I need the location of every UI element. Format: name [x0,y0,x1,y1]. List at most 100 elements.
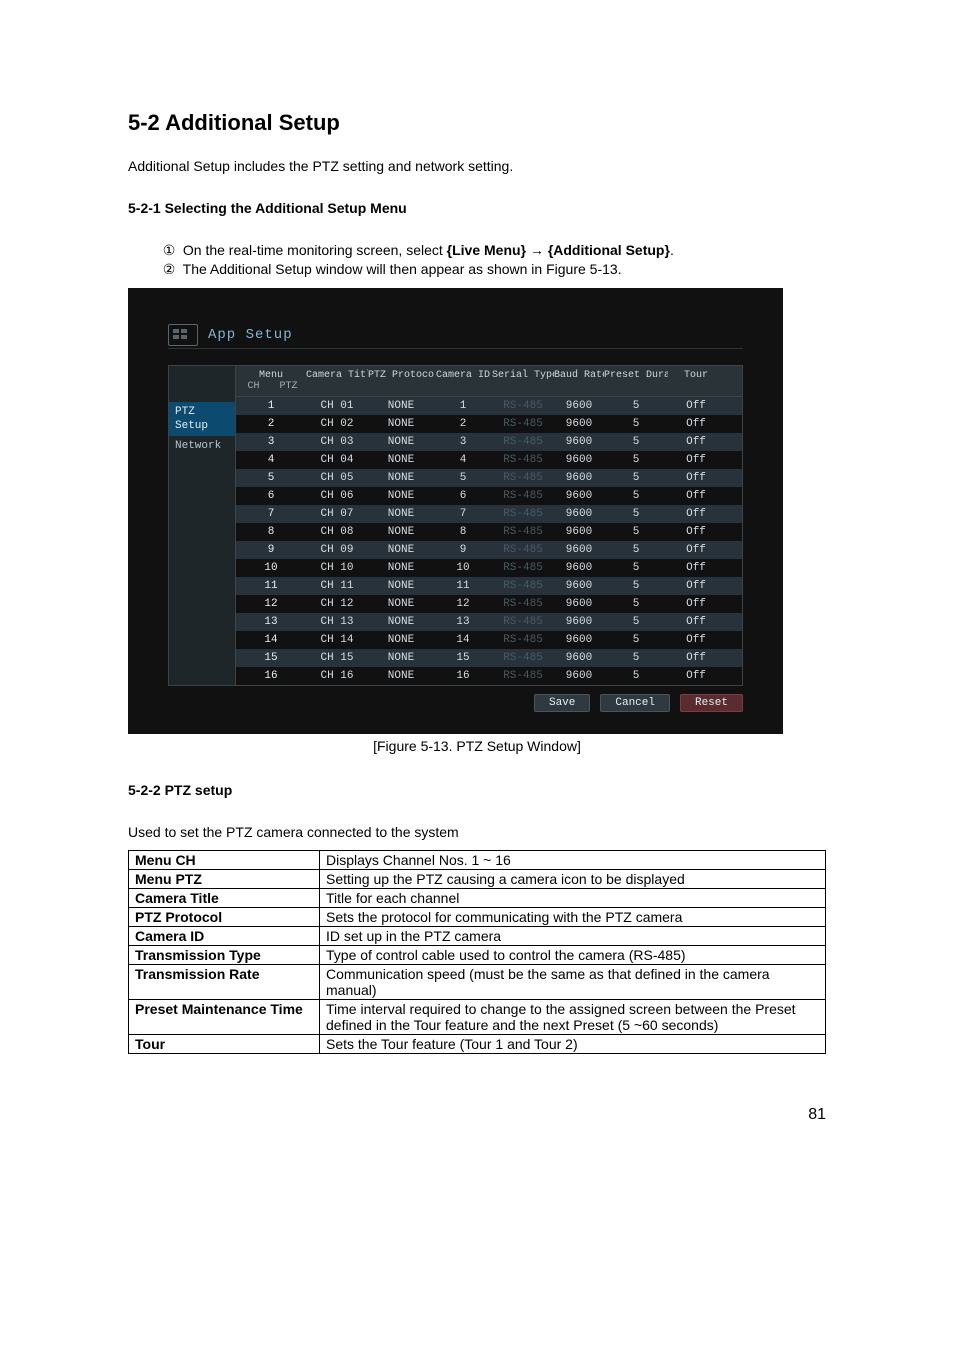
cell-tour: Off [668,487,724,505]
cell-camera-title: CH 08 [306,523,368,541]
cell-serial-type: RS-485 [492,469,554,487]
cell-tour: Off [668,577,724,595]
cell-tour: Off [668,451,724,469]
col-menu-ch: CH [236,381,271,392]
cell-baud-rate: 9600 [554,559,604,577]
def-value: Title for each channel [320,889,826,908]
step-1-pre: On the real-time monitoring screen, sele… [183,242,447,258]
table-row[interactable]: 2CH 02NONE2RS-48596005Off [236,415,742,433]
def-key: Transmission Type [129,946,320,965]
def-key: Camera ID [129,927,320,946]
def-key: Camera Title [129,889,320,908]
cell-ch: 13 [236,613,306,631]
table-row[interactable]: 11CH 11NONE11RS-48596005Off [236,577,742,595]
table-row[interactable]: 4CH 04NONE4RS-48596005Off [236,451,742,469]
cell-camera-id: 9 [434,541,492,559]
cell-tour: Off [668,667,724,685]
cell-preset-duration: 5 [604,541,668,559]
cell-ch: 1 [236,397,306,415]
app-setup-screenshot: App Setup PTZ Setup Network Menu CH [128,288,783,734]
table-row[interactable]: 10CH 10NONE10RS-48596005Off [236,559,742,577]
cell-tour: Off [668,559,724,577]
cell-camera-id: 1 [434,397,492,415]
cell-camera-title: CH 15 [306,649,368,667]
cell-baud-rate: 9600 [554,613,604,631]
def-key: Menu PTZ [129,870,320,889]
cell-serial-type: RS-485 [492,559,554,577]
cell-baud-rate: 9600 [554,469,604,487]
cell-ptz-protocol: NONE [368,631,434,649]
table-row[interactable]: 3CH 03NONE3RS-48596005Off [236,433,742,451]
cell-baud-rate: 9600 [554,577,604,595]
cell-serial-type: RS-485 [492,613,554,631]
sidebar-item-ptz-setup[interactable]: PTZ Setup [169,402,235,436]
cell-ptz-protocol: NONE [368,523,434,541]
table-row[interactable]: 6CH 06NONE6RS-48596005Off [236,487,742,505]
cell-ch: 7 [236,505,306,523]
table-row[interactable]: 8CH 08NONE8RS-48596005Off [236,523,742,541]
def-value: Sets the Tour feature (Tour 1 and Tour 2… [320,1035,826,1054]
cell-ch: 6 [236,487,306,505]
table-row[interactable]: 14CH 14NONE14RS-48596005Off [236,631,742,649]
def-key: Menu CH [129,851,320,870]
table-row[interactable]: 7CH 07NONE7RS-48596005Off [236,505,742,523]
def-key: PTZ Protocol [129,908,320,927]
app-icon [168,324,198,346]
cell-camera-title: CH 07 [306,505,368,523]
cell-preset-duration: 5 [604,505,668,523]
cell-camera-title: CH 01 [306,397,368,415]
page-number: 81 [128,1106,826,1124]
table-row[interactable]: 9CH 09NONE9RS-48596005Off [236,541,742,559]
cell-tour: Off [668,469,724,487]
step-number-icon: ② [160,261,178,278]
table-row: Menu CHDisplays Channel Nos. 1 ~ 16 [129,851,826,870]
cell-ch: 15 [236,649,306,667]
cell-ch: 10 [236,559,306,577]
cell-tour: Off [668,433,724,451]
table-row[interactable]: 13CH 13NONE13RS-48596005Off [236,613,742,631]
cell-preset-duration: 5 [604,415,668,433]
table-row[interactable]: 16CH 16NONE16RS-48596005Off [236,667,742,685]
step-number-icon: ① [160,242,178,259]
col-serial-type: Serial Type [492,366,554,396]
cell-ptz-protocol: NONE [368,469,434,487]
cell-camera-id: 4 [434,451,492,469]
cell-camera-id: 3 [434,433,492,451]
reset-button[interactable]: Reset [680,694,743,712]
cell-preset-duration: 5 [604,433,668,451]
subsection-5-2-2: 5-2-2 PTZ setup [128,782,826,798]
cancel-button[interactable]: Cancel [600,694,670,712]
cell-ch: 12 [236,595,306,613]
cell-serial-type: RS-485 [492,541,554,559]
cell-ptz-protocol: NONE [368,649,434,667]
figure-caption: [Figure 5-13. PTZ Setup Window] [128,738,826,754]
cell-preset-duration: 5 [604,451,668,469]
cell-camera-title: CH 05 [306,469,368,487]
cell-ptz-protocol: NONE [368,397,434,415]
def-key: Tour [129,1035,320,1054]
cell-camera-id: 7 [434,505,492,523]
table-row: Transmission TypeType of control cable u… [129,946,826,965]
cell-camera-title: CH 11 [306,577,368,595]
col-menu-ptz: PTZ [271,381,306,392]
cell-camera-id: 5 [434,469,492,487]
save-button[interactable]: Save [534,694,590,712]
cell-camera-title: CH 04 [306,451,368,469]
cell-tour: Off [668,415,724,433]
step-1-post: . [670,242,674,258]
table-row[interactable]: 5CH 05NONE5RS-48596005Off [236,469,742,487]
cell-ptz-protocol: NONE [368,613,434,631]
table-row[interactable]: 1CH 01NONE1RS-48596005Off [236,397,742,415]
cell-ptz-protocol: NONE [368,415,434,433]
def-value: ID set up in the PTZ camera [320,927,826,946]
cell-preset-duration: 5 [604,559,668,577]
steps-list: ① On the real-time monitoring screen, se… [160,242,826,278]
table-row[interactable]: 12CH 12NONE12RS-48596005Off [236,595,742,613]
col-tour: Tour [668,366,724,396]
cell-camera-id: 8 [434,523,492,541]
cell-camera-title: CH 03 [306,433,368,451]
table-row: Menu PTZSetting up the PTZ causing a cam… [129,870,826,889]
cell-camera-id: 15 [434,649,492,667]
sidebar-item-network[interactable]: Network [169,436,235,456]
table-row[interactable]: 15CH 15NONE15RS-48596005Off [236,649,742,667]
